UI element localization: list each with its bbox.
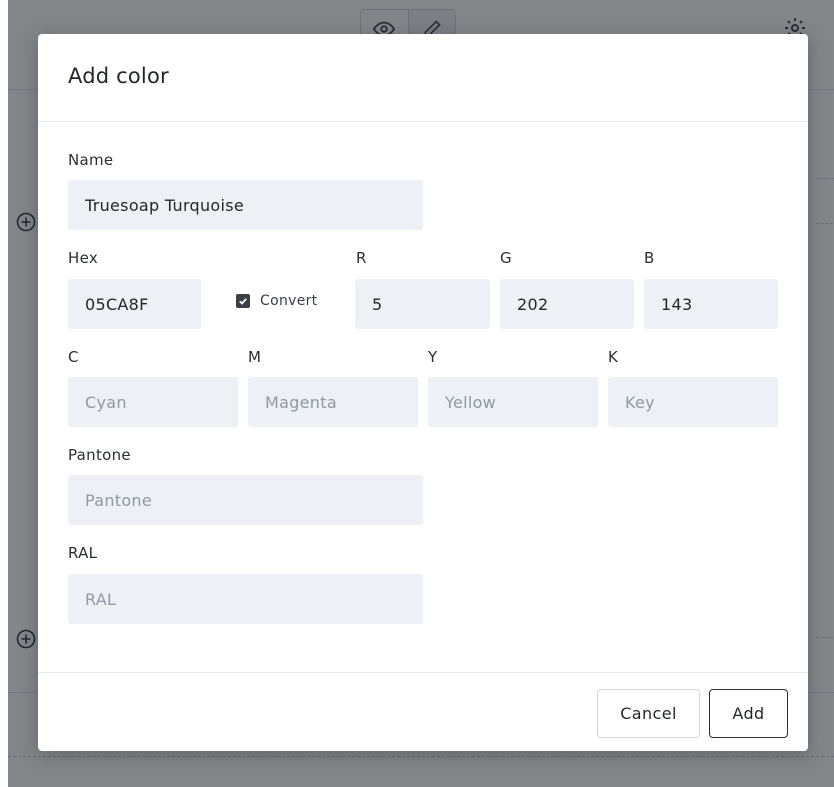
name-input[interactable] (68, 180, 423, 230)
convert-checkbox[interactable]: Convert (236, 292, 317, 310)
checkbox-checked[interactable] (236, 294, 250, 308)
pantone-label: Pantone (68, 446, 131, 464)
g-label: G (500, 249, 512, 267)
r-input[interactable] (355, 279, 490, 329)
key-input[interactable] (608, 377, 778, 427)
m-label: M (248, 348, 262, 366)
cyan-input[interactable] (68, 377, 238, 427)
name-label: Name (68, 151, 114, 169)
y-label: Y (428, 348, 438, 366)
dialog-header: Add color (38, 34, 808, 122)
dialog-title: Add color (68, 64, 169, 88)
add-button[interactable]: Add (709, 689, 788, 738)
g-input[interactable] (500, 279, 634, 329)
c-label: C (68, 348, 79, 366)
check-icon (239, 298, 247, 305)
cancel-button[interactable]: Cancel (597, 689, 700, 738)
yellow-input[interactable] (428, 377, 598, 427)
ral-input[interactable] (68, 574, 423, 624)
k-label: K (608, 348, 619, 366)
b-label: B (644, 249, 655, 267)
magenta-input[interactable] (248, 377, 418, 427)
dialog-footer: Cancel Add (38, 672, 808, 751)
b-input[interactable] (644, 279, 778, 329)
add-color-dialog: Add color Name Hex Convert R G B C M Y K… (38, 34, 808, 751)
hex-label: Hex (68, 249, 99, 267)
hex-input[interactable] (68, 279, 201, 329)
pantone-input[interactable] (68, 475, 423, 525)
r-label: R (356, 249, 367, 267)
ral-label: RAL (68, 544, 98, 562)
convert-label: Convert (260, 293, 318, 309)
